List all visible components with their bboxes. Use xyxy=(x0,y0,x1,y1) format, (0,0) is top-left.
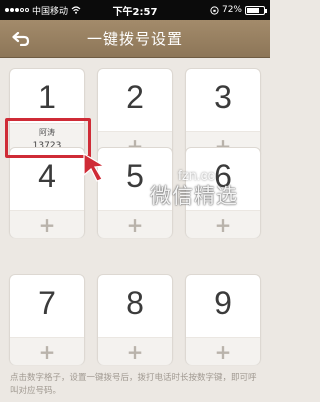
page-title: 一键拨号设置 xyxy=(86,30,183,48)
speed-dial-card-4[interactable]: 4 + xyxy=(9,147,85,238)
add-contact-button[interactable]: + xyxy=(10,210,84,238)
nav-bar: 一键拨号设置 xyxy=(0,20,270,58)
add-contact-button[interactable]: + xyxy=(10,337,84,365)
battery-fill xyxy=(247,7,259,13)
speed-dial-card-7[interactable]: 7 + xyxy=(9,274,85,365)
carrier-label: 中国移动 xyxy=(32,6,69,17)
rotation-lock-icon xyxy=(210,5,219,15)
card-number: 2 xyxy=(126,79,144,115)
status-right: 72% xyxy=(170,5,267,15)
speed-dial-card-9[interactable]: 9 + xyxy=(185,274,261,365)
instruction-text: 点击数字格子，设置一键拨号后，拨打电话时长按数字键，即可呼叫对应号码。 xyxy=(10,373,257,396)
card-number: 4 xyxy=(38,158,56,194)
status-left: 中国移动 xyxy=(5,4,100,17)
battery-icon xyxy=(245,5,267,15)
card-number: 1 xyxy=(38,79,56,115)
battery-percentage: 72% xyxy=(221,5,242,15)
add-contact-button[interactable]: + xyxy=(186,210,260,238)
wifi-icon xyxy=(71,6,81,14)
signal-strength-icon xyxy=(5,8,29,12)
speed-dial-card-8[interactable]: 8 + xyxy=(97,274,173,365)
add-contact-button[interactable]: + xyxy=(98,210,172,238)
back-button[interactable] xyxy=(10,29,32,49)
card-number: 7 xyxy=(38,285,56,321)
add-contact-button[interactable]: + xyxy=(98,337,172,365)
card-number: 3 xyxy=(214,79,232,115)
card-number: 9 xyxy=(214,285,232,321)
clock: 下午2:57 xyxy=(112,6,158,18)
add-contact-button[interactable]: + xyxy=(186,337,260,365)
status-bar: 中国移动 下午2:57 72% xyxy=(0,0,270,20)
card-number: 8 xyxy=(126,285,144,321)
highlight-box xyxy=(5,118,91,158)
speed-dial-card-3[interactable]: 3 + xyxy=(185,68,261,159)
pointer-arrow-icon xyxy=(83,152,106,182)
speed-dial-card-2[interactable]: 2 + xyxy=(97,68,173,159)
watermark-text: 微信精选 xyxy=(150,184,238,208)
back-arrow-icon xyxy=(12,32,30,46)
